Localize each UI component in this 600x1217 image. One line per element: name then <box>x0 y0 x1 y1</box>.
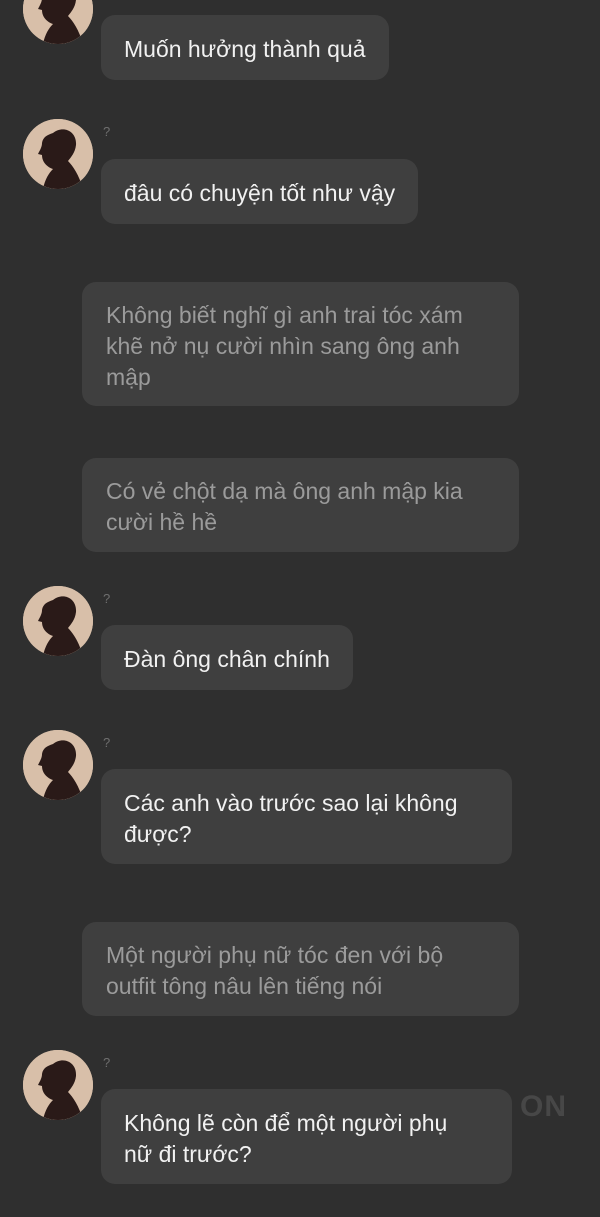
watermark: ON <box>520 1090 567 1123</box>
sender-name: ? <box>103 1055 111 1070</box>
speech-bubble: đâu có chuyện tốt như vậy <box>101 159 419 224</box>
silhouette-avatar[interactable] <box>23 586 93 656</box>
speech-bubble: Không lẽ còn để một người phụ nữ đi trướ… <box>101 1089 512 1184</box>
silhouette-avatar[interactable] <box>23 119 93 189</box>
sender-name: ? <box>103 124 111 139</box>
silhouette-icon <box>23 1050 93 1120</box>
speech-bubble: Các anh vào trước sao lại không được? <box>101 769 512 864</box>
silhouette-icon <box>23 0 93 44</box>
narration-box: Một người phụ nữ tóc đen với bộ outfit t… <box>82 922 519 1016</box>
silhouette-icon <box>23 586 93 656</box>
silhouette-icon <box>23 730 93 800</box>
silhouette-avatar[interactable] <box>23 1050 93 1120</box>
speech-bubble: Đàn ông chân chính <box>101 625 353 690</box>
narration-box: Không biết nghĩ gì anh trai tóc xám khẽ … <box>82 282 519 406</box>
narration-box: Có vẻ chột dạ mà ông anh mập kia cười hề… <box>82 458 519 552</box>
silhouette-icon <box>23 119 93 189</box>
silhouette-avatar[interactable] <box>23 0 93 44</box>
speech-bubble: Muốn hưởng thành quả <box>101 15 389 80</box>
silhouette-avatar[interactable] <box>23 730 93 800</box>
sender-name: ? <box>103 591 111 606</box>
sender-name: ? <box>103 735 111 750</box>
